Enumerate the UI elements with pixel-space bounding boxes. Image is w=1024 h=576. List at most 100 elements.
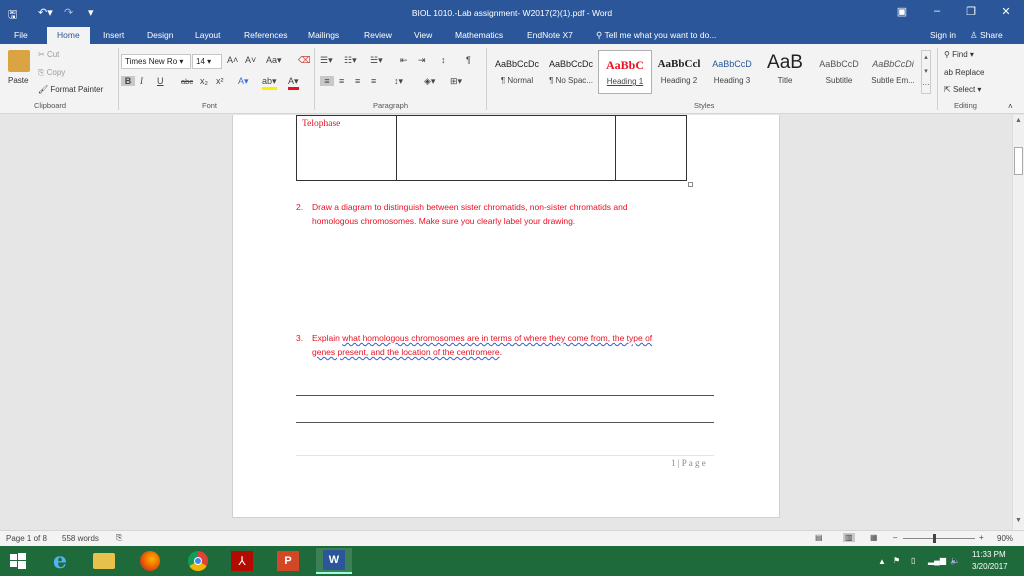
align-center-icon[interactable]: ≡ [339,76,344,86]
sign-in-link[interactable]: Sign in [930,30,956,40]
zoom-level[interactable]: 90% [997,534,1013,543]
style-normal[interactable]: AaBbCcDc ¶ Normal [490,50,544,94]
style-subtle-emphasis[interactable]: AaBbCcDi Subtle Em... [866,50,920,94]
scroll-down-icon[interactable]: ▼ [1015,517,1022,524]
align-right-icon[interactable]: ≡ [355,76,360,86]
paste-icon[interactable] [8,50,30,72]
tab-insert[interactable]: Insert [103,30,124,40]
style-subtitle[interactable]: AaBbCcD Subtitle [812,50,866,94]
style-title[interactable]: AaB Title [758,50,812,94]
select-button[interactable]: ⇱ Select ▾ [944,85,981,94]
subscript-button[interactable]: x₂ [200,76,208,86]
font-size-box[interactable]: 14 ▾ [192,54,222,69]
tab-design[interactable]: Design [147,30,173,40]
font-color-icon[interactable]: A▾ [288,76,299,90]
clock-time[interactable]: 11:33 PM [972,550,1006,559]
print-layout-icon[interactable]: ▥ [843,533,855,542]
internet-explorer-icon[interactable]: e [42,548,78,574]
firefox-icon[interactable] [132,548,168,574]
restore-button[interactable]: ❐ [961,5,981,18]
shading-icon[interactable]: ◈▾ [424,76,435,87]
text-effects-icon[interactable]: A▾ [238,76,249,87]
tab-mailings[interactable]: Mailings [308,30,339,40]
table-row-border [296,115,687,116]
tray-device-icon[interactable]: ▯ [911,556,915,565]
underline-button[interactable]: U [157,76,164,86]
clear-format-icon[interactable]: ⌫ [298,55,311,66]
font-name-box[interactable]: Times New Ro ▾ [121,54,191,69]
multilevel-list-icon[interactable]: ☱▾ [370,55,383,66]
windows-start-icon[interactable] [0,548,36,574]
ribbon-display-icon[interactable]: ▣ [892,5,912,18]
superscript-button[interactable]: x² [216,76,224,86]
copy-button[interactable]: ⎘ Copy [38,68,65,78]
tab-view[interactable]: View [414,30,432,40]
volume-icon[interactable]: 🔈 [950,556,960,565]
tab-endnote[interactable]: EndNote X7 [527,30,573,40]
table-cell[interactable] [396,115,616,181]
file-explorer-icon[interactable] [86,548,122,574]
style-no-spacing[interactable]: AaBbCcDc ¶ No Spac... [544,50,598,94]
style-heading-2[interactable]: AaBbCcl Heading 2 [652,50,706,94]
tab-references[interactable]: References [244,30,287,40]
style-heading-1[interactable]: AaBbC Heading 1 [598,50,652,94]
word-taskbar-icon[interactable]: W [316,548,352,574]
zoom-slider-thumb[interactable] [933,534,936,543]
find-button[interactable]: ⚲ Find ▾ [944,50,974,59]
powerpoint-icon[interactable]: P [270,548,306,574]
page-count[interactable]: Page 1 of 8 [6,534,47,543]
chrome-icon[interactable] [180,548,216,574]
decrease-indent-icon[interactable]: ⇤ [400,55,408,66]
tab-mathematics[interactable]: Mathematics [455,30,503,40]
read-mode-icon[interactable]: ▤ [815,533,823,542]
scroll-up-icon[interactable]: ▲ [1015,117,1022,124]
sort-icon[interactable]: ↕ [441,55,446,65]
bold-button[interactable]: B [121,76,135,86]
tab-review[interactable]: Review [364,30,392,40]
shrink-font-icon[interactable]: A˅ [245,55,256,65]
zoom-slider[interactable] [903,538,975,539]
increase-indent-icon[interactable]: ⇥ [418,55,426,66]
table-resize-handle[interactable] [688,182,693,187]
numbering-icon[interactable]: ☷▾ [344,55,357,66]
zoom-out-icon[interactable]: – [893,533,897,542]
styles-scroll-buttons[interactable]: ▴ ▾ ⋯ [921,50,931,94]
word-count[interactable]: 558 words [62,534,99,543]
change-case-button[interactable]: Aa▾ [266,55,282,66]
close-button[interactable]: ✕ [996,5,1016,18]
style-heading-3[interactable]: AaBbCcD Heading 3 [705,50,759,94]
minimize-button[interactable]: – [927,5,947,17]
strikethrough-button[interactable]: abc [181,77,193,86]
proofing-icon[interactable]: ⎘ [116,533,122,543]
replace-button[interactable]: ab Replace [944,68,984,77]
collapse-ribbon-icon[interactable]: ˄ [1008,102,1013,111]
paste-label[interactable]: Paste [8,76,28,85]
line-spacing-icon[interactable]: ↕▾ [394,76,403,87]
show-hidden-icons[interactable]: ▲ [878,557,886,566]
share-button[interactable]: ♙ Share [970,30,1003,41]
italic-button[interactable]: I [140,76,143,86]
bullets-icon[interactable]: ☰▾ [320,55,333,66]
tab-file[interactable]: File [14,30,28,40]
show-marks-icon[interactable]: ¶ [466,55,471,65]
scrollbar-thumb[interactable] [1014,147,1023,175]
vertical-scrollbar[interactable]: ▲ ▼ [1012,115,1024,530]
grow-font-icon[interactable]: A˄ [227,55,238,65]
document-page[interactable]: Telophase 2. Draw a diagram to distingui… [232,115,780,518]
tray-flag-icon[interactable]: ⚑ [893,556,900,565]
cut-button[interactable]: ✂ Cut [38,50,59,59]
table-cell[interactable] [615,115,687,181]
tab-layout[interactable]: Layout [195,30,221,40]
zoom-in-icon[interactable]: + [979,533,984,542]
clock-date[interactable]: 3/20/2017 [972,562,1008,571]
tab-home[interactable]: Home [47,27,90,44]
format-painter-button[interactable]: 🖌 Format Painter [38,85,103,94]
borders-icon[interactable]: ⊞▾ [450,76,462,87]
acrobat-icon[interactable]: ⅄ [224,548,260,574]
highlight-icon[interactable]: ab▾ [262,76,277,90]
align-left-icon[interactable]: ≡ [320,76,334,86]
network-icon[interactable]: ▂▄▆ [928,556,946,565]
tell-me-box[interactable]: ⚲ Tell me what you want to do... [596,30,716,41]
justify-icon[interactable]: ≡ [371,76,376,86]
web-layout-icon[interactable]: ▦ [870,533,878,542]
